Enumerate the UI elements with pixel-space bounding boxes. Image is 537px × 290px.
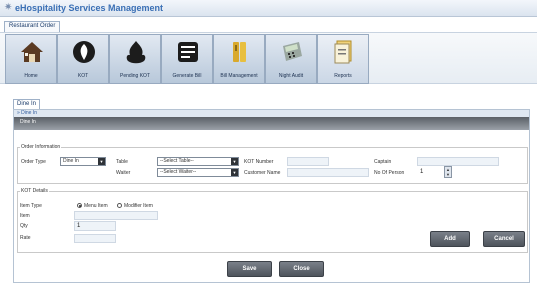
qty-input[interactable]: 1 [74,221,116,231]
item-type-label: Item Type [20,203,42,209]
tab-restaurant-order[interactable]: Restaurant Order [4,21,61,32]
chevron-down-icon: ▼ [231,158,238,165]
section-header: Dine In [14,117,529,130]
table-value: --Select Table-- [160,158,194,164]
bill-management-icon [233,42,246,62]
waiter-value: --Select Waiter-- [160,169,197,175]
toolbar-home-button[interactable]: Home [5,34,57,84]
add-button[interactable]: Add [430,231,470,247]
toolbar-pending-kot-button[interactable]: Pending KOT [109,34,161,84]
chevron-down-icon: ▼ [231,169,238,176]
rate-label: Rate [20,235,31,241]
close-button[interactable]: Close [279,261,324,277]
save-button[interactable]: Save [227,261,272,277]
title-bar: ✷ eHospitality Services Management [0,0,537,17]
kot-icon [73,41,95,63]
chevron-down-icon: ▼ [98,158,105,165]
toolbar-bill-management-button[interactable]: Bill Management [213,34,265,84]
breadcrumb: » Dine In [14,110,529,117]
cancel-kot-button[interactable]: Cancel [483,231,525,247]
reports-icon [334,40,352,64]
kot-number-label: KOT Number [244,159,274,165]
rate-input[interactable] [74,234,116,243]
dine-in-panel: » Dine In Dine In Order Information Orde… [13,109,530,283]
no-of-person-stepper[interactable]: ▲ ▼ [444,166,452,178]
main-toolbar: Home KOT Pending KOT Generate Bill Bill … [0,32,537,84]
night-audit-icon [283,42,302,61]
modifier-item-radio[interactable] [117,203,122,208]
item-input[interactable] [74,211,158,220]
chevron-down-icon: ▼ [446,172,450,177]
tab-dine-in[interactable]: Dine In [13,99,41,109]
menu-item-radio[interactable] [77,203,82,208]
app-logo-icon: ✷ [4,2,13,13]
modifier-item-radio-label: Modifier Item [124,203,153,209]
toolbar-generate-bill-button[interactable]: Generate Bill [161,34,213,84]
breadcrumb-label: Dine In [21,110,38,116]
toolbar-night-audit-button[interactable]: Night Audit [265,34,317,84]
generate-bill-icon [178,42,198,62]
captain-input[interactable] [417,157,499,166]
table-label: Table [116,159,128,165]
order-type-label: Order Type [21,159,46,165]
menu-item-radio-label: Menu Item [84,203,108,209]
pending-kot-icon [126,41,146,64]
order-information-legend: Order Information [21,144,61,150]
captain-label: Captain [374,159,392,165]
no-of-person-input[interactable]: 1 [417,167,439,178]
customer-name-label: Customer Name [244,170,281,176]
customer-name-input[interactable] [287,168,369,177]
table-select[interactable]: --Select Table-- ▼ [157,157,239,166]
qty-label: Qty [20,223,28,229]
waiter-label: Waiter [116,170,131,176]
kot-details-legend: KOT Details [21,188,48,194]
item-label: Item [20,213,30,219]
app-title: eHospitality Services Management [15,3,164,13]
order-type-value: Dine In [63,158,79,164]
order-type-select[interactable]: Dine In ▼ [60,157,106,166]
kot-number-input[interactable] [287,157,329,166]
toolbar-kot-button[interactable]: KOT [57,34,109,84]
home-icon [21,42,43,62]
toolbar-reports-button[interactable]: Reports [317,34,369,84]
waiter-select[interactable]: --Select Waiter-- ▼ [157,168,239,177]
no-of-person-label: No Of Person [374,170,405,176]
